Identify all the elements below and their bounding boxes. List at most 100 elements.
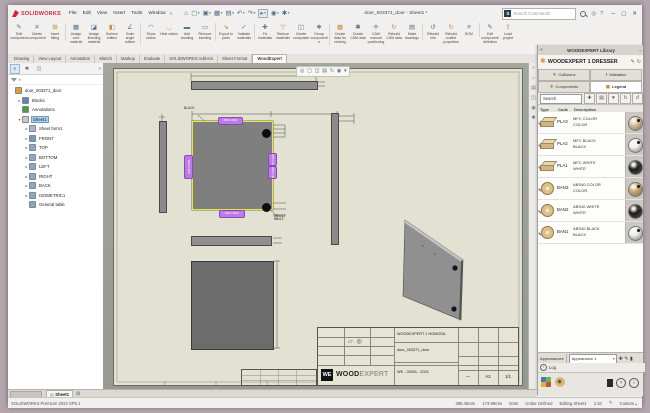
menu-file[interactable]: File (69, 11, 77, 16)
save-icon[interactable]: ▦▾ (214, 10, 222, 17)
tab-woodexpert[interactable]: WoodExpert (252, 54, 287, 63)
add-appearance-icon[interactable]: ✚ (619, 356, 623, 362)
minimize-button[interactable]: ─ (611, 9, 615, 19)
delete-appearance-icon[interactable]: ▮ (630, 356, 633, 362)
tab-annotation[interactable]: Annotation (66, 55, 95, 63)
view-back[interactable] (191, 261, 274, 350)
ribbon-button-group-components[interactable]: ❖Group components (310, 23, 330, 45)
tree-item-back[interactable]: ▸BACK (8, 181, 103, 191)
add-icon[interactable]: ✚ (584, 93, 595, 104)
appearance-thumbnail-cell[interactable] (625, 134, 643, 155)
tree-item-door-003371-door[interactable]: door_003371_door (8, 86, 103, 96)
edit-pencil-icon[interactable]: ✎ (538, 210, 542, 216)
menu-pin-icon[interactable]: » (169, 11, 172, 17)
view-right[interactable] (331, 113, 339, 245)
resources-icon[interactable]: ⌂ (532, 75, 535, 81)
appearance-thumbnail-cell[interactable] (625, 200, 643, 221)
panel-tab-collisions[interactable]: ✱Collisions (538, 69, 590, 81)
paste-icon[interactable]: ▤ (596, 93, 607, 104)
banding-callout-top[interactable]: ABS 0.8/22 (218, 117, 243, 125)
ribbon-button-delete-component[interactable]: ✕Delete component (28, 23, 46, 41)
legend-row-pla2[interactable]: ✎PLA2MFC BLACKBLACK (538, 134, 643, 156)
appearance-thumbnail-cell[interactable] (625, 156, 643, 177)
menu-tools[interactable]: Tools (131, 11, 142, 16)
select-icon[interactable]: ▸▾ (258, 9, 268, 18)
file-explorer-icon[interactable]: ◫ (531, 95, 536, 101)
ribbon-button-load-project[interactable]: ⇪Load project (499, 23, 517, 41)
legend-row-pla1[interactable]: ✎PLA1MFC WHITEWHITE (538, 156, 643, 178)
hinge-note[interactable]: Ø35x13 Ø8x13 (274, 215, 302, 222)
ribbon-button-fix-materials[interactable]: ✚Fix materials (256, 23, 274, 41)
ribbon-button-rebuild-info[interactable]: ↺Rebuild info (424, 23, 442, 41)
legend-row-ban2[interactable]: ✎BAN2ABS40 WHITEWHITE (538, 200, 643, 222)
tab-evaluate[interactable]: Evaluate (140, 55, 165, 63)
appearance-thumbnail-cell[interactable] (625, 178, 643, 199)
view-bottom-edge[interactable] (191, 236, 272, 246)
edit-pencil-icon[interactable]: ✎ (538, 232, 542, 238)
ribbon-button-rebuild-routine-properties[interactable]: ↻Rebuild routine properties (442, 23, 460, 45)
help-icon[interactable]: ? (600, 11, 603, 17)
tab-drawing[interactable]: Drawing (10, 55, 34, 63)
ribbon-button-edit-component[interactable]: ✎Edit component (10, 23, 28, 41)
ribbon-button-hide-radius[interactable]: ◡Hide radius (160, 23, 178, 37)
view-front[interactable] (192, 121, 273, 210)
tab-markup[interactable]: Markup (117, 55, 140, 63)
graphics-area[interactable]: ◎▢◫▤↻◉▾ (103, 63, 528, 389)
legend-row-ban3[interactable]: ✎BAN3ABS40 COLORCOLOR (538, 178, 643, 200)
restore-button[interactable]: ▢ (621, 9, 626, 19)
headsup-icon-3[interactable]: ▤ (322, 67, 327, 76)
options-icon[interactable]: ✱▾ (282, 10, 290, 17)
rebuild-icon[interactable]: ◉▾ (271, 10, 279, 17)
banding-callout-left[interactable]: ABS 0.8/22 (184, 155, 193, 179)
banding-callout-right-1[interactable]: ABS 0.8/22 (268, 153, 277, 166)
log-row[interactable]: i Log (538, 363, 645, 372)
ribbon-button-remove-banding[interactable]: ▭Remove banding (196, 23, 216, 41)
redo-icon[interactable]: ↷▾ (248, 10, 256, 17)
tree-item-blocks[interactable]: ▸Blocks (8, 96, 103, 106)
info-circle-icon[interactable]: i (629, 378, 639, 388)
note-black[interactable]: BLACK (184, 107, 194, 110)
ribbon-button-create-cam-data[interactable]: ✱Create CAM data (349, 23, 367, 41)
ribbon-button-insert-fitting[interactable]: ⊞Insert fitting (46, 23, 66, 41)
tab-solidworks-add-ins[interactable]: SOLIDWORKS Add-Ins (165, 55, 218, 63)
tab-view-layout[interactable]: View Layout (34, 55, 66, 63)
tree-item-general-table[interactable]: General table (8, 200, 103, 210)
ribbon-button-add-banding[interactable]: ▬Add banding (178, 23, 196, 41)
edit-pencil-icon[interactable]: ✎ (538, 144, 542, 150)
headsup-icon-5[interactable]: ◉ (337, 67, 341, 76)
collapse-icon[interactable]: « (532, 65, 535, 71)
edit-project-icon[interactable]: ✎ (631, 59, 635, 65)
undo-icon[interactable]: ↶▾ (237, 10, 245, 17)
custom-properties-icon[interactable]: ✱ (531, 115, 535, 121)
ribbon-button-reduce-materials[interactable]: ▽Reduce materials (274, 23, 292, 41)
legend-row-ban1[interactable]: ✎BAN1ABS40 BLACKBLACK (538, 222, 643, 244)
user-icon[interactable]: ◎ (591, 11, 596, 17)
print-icon[interactable]: ▤▾ (225, 10, 233, 17)
search-icon[interactable] (579, 10, 587, 18)
tab-sheet-format[interactable]: Sheet Format (218, 55, 252, 63)
tree-item-front[interactable]: ▸FRONT (8, 134, 103, 144)
report-icon[interactable] (607, 379, 613, 387)
drawing-sheet[interactable]: ABS 0.8/22 ABS 0.8/22 ABS 0.8/22 ABS 0.8… (113, 68, 523, 386)
ribbon-button-edit-component-definition[interactable]: ✎Edit component definition (481, 23, 499, 45)
tree-filter[interactable]: ▾ (8, 75, 103, 85)
ribbon-button-show-radius[interactable]: ◠Show radius (142, 23, 160, 41)
headsup-icon-4[interactable]: ↻ (330, 67, 334, 76)
favorite-icon[interactable]: ♥ (608, 93, 619, 104)
ribbon-button-create-composite[interactable]: ◫Create composite (292, 23, 310, 41)
menu-insert[interactable]: Insert (113, 11, 125, 16)
view-isometric[interactable] (399, 214, 477, 326)
ribbon-button-bom[interactable]: ≡BOM (460, 23, 480, 37)
headsup-icon-1[interactable]: ▢ (307, 67, 312, 76)
menu-edit[interactable]: Edit (83, 11, 91, 16)
panel-detach-icon[interactable]: ▫ (639, 48, 641, 53)
hinge-hole-bottom[interactable] (262, 203, 271, 212)
edit-pencil-icon[interactable]: ✎ (538, 166, 542, 172)
view-left[interactable] (159, 121, 167, 213)
wood-knot-icon[interactable] (555, 377, 565, 387)
feature-manager-icon[interactable]: ≡ (10, 64, 20, 74)
menu-window[interactable]: Window (148, 11, 165, 16)
edit-pencil-icon[interactable]: ✎ (538, 188, 542, 194)
panel-tab-validation[interactable]: !Validation (590, 69, 642, 81)
tree-item-isometric1[interactable]: ▸ISOMETRIC1 (8, 191, 103, 201)
